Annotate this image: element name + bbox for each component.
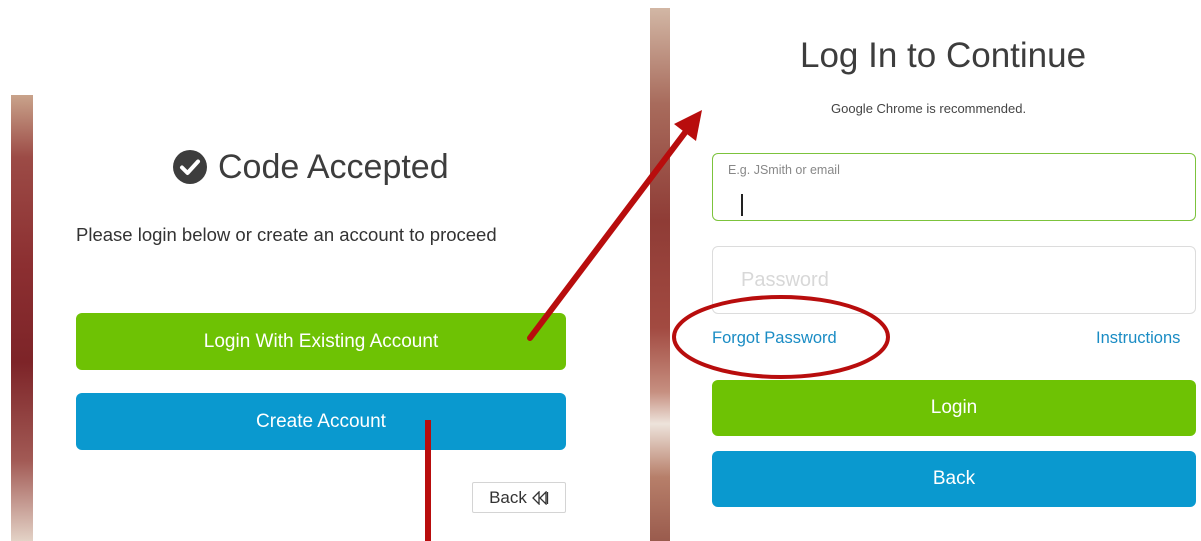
username-field[interactable]: E.g. JSmith or email xyxy=(712,153,1196,221)
code-accepted-title: Code Accepted xyxy=(218,147,449,186)
password-placeholder: Password xyxy=(741,269,829,291)
login-existing-account-label: Login With Existing Account xyxy=(203,330,439,352)
code-accepted-heading: Code Accepted xyxy=(172,145,449,189)
proceed-instruction-text: Please login below or create an account … xyxy=(76,224,497,245)
create-account-label: Create Account xyxy=(256,410,386,432)
browser-recommendation-text: Google Chrome is recommended. xyxy=(831,101,1027,116)
instructions-link[interactable]: Instructions xyxy=(1096,329,1180,348)
text-caret xyxy=(741,194,743,216)
back-button-label: Back xyxy=(932,468,976,489)
login-existing-account-button[interactable]: Login With Existing Account xyxy=(76,313,566,370)
password-field[interactable]: Password xyxy=(712,246,1196,314)
rewind-icon xyxy=(531,490,549,505)
username-placeholder: E.g. JSmith or email xyxy=(728,163,840,177)
forgot-password-link[interactable]: Forgot Password xyxy=(712,329,837,348)
login-heading: Log In to Continue xyxy=(800,36,1087,75)
create-account-button[interactable]: Create Account xyxy=(76,393,566,450)
check-circle-icon xyxy=(173,150,207,184)
left-background-strip xyxy=(11,95,33,541)
left-back-label: Back xyxy=(489,487,527,507)
login-button[interactable]: Login xyxy=(712,380,1196,436)
left-back-button[interactable]: Back xyxy=(472,482,566,513)
back-button[interactable]: Back xyxy=(712,451,1196,507)
right-background-strip xyxy=(650,8,670,541)
login-button-label: Login xyxy=(930,397,978,418)
